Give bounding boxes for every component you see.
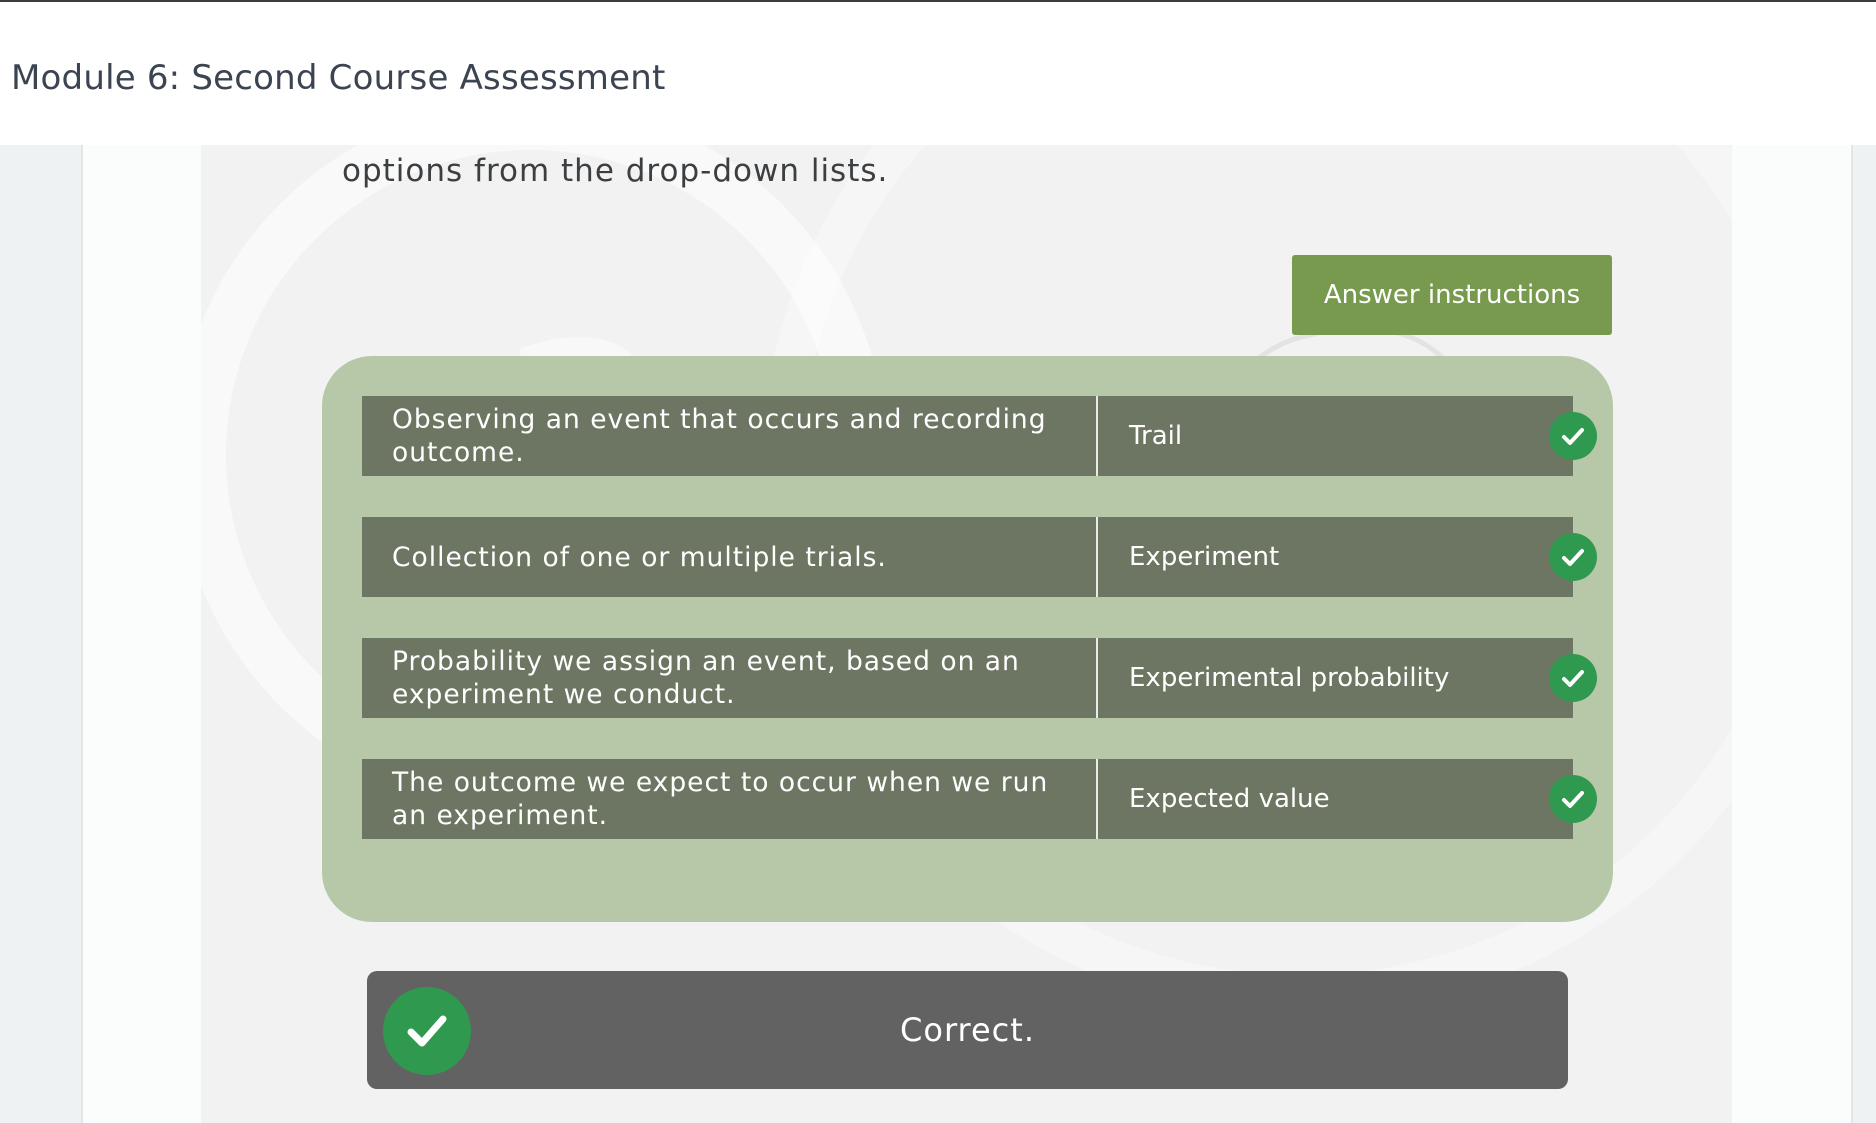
content-viewport: ? options from the drop-down lists. Answ…: [0, 145, 1876, 1123]
answer-value: Expected value: [1129, 784, 1330, 814]
feedback-message: Correct.: [900, 1011, 1035, 1049]
matching-question-panel: Observing an event that occurs and recor…: [322, 356, 1613, 922]
answer-value: Trail: [1129, 421, 1183, 451]
row-term: Probability we assign an event, based on…: [362, 638, 1098, 718]
row-term: The outcome we expect to occur when we r…: [362, 759, 1098, 839]
feedback-banner: Correct.: [367, 971, 1568, 1089]
answer-instructions-button[interactable]: Answer instructions: [1292, 255, 1612, 335]
answer-dropdown[interactable]: Experimental probability: [1098, 638, 1597, 718]
course-header: Module 6: Second Course Assessment: [0, 2, 1876, 145]
answer-value: Experiment: [1129, 542, 1280, 572]
match-row: Probability we assign an event, based on…: [362, 638, 1597, 718]
match-row: Observing an event that occurs and recor…: [362, 396, 1597, 476]
instructions-text: options from the drop-down lists.: [342, 153, 889, 189]
match-row: Collection of one or multiple trials. Ex…: [362, 517, 1597, 597]
check-circle-icon: [1549, 654, 1597, 702]
answer-value: Experimental probability: [1129, 663, 1450, 693]
answer-dropdown[interactable]: Experiment: [1098, 517, 1597, 597]
row-term: Collection of one or multiple trials.: [362, 517, 1098, 597]
answer-dropdown[interactable]: Expected value: [1098, 759, 1597, 839]
page-title: Module 6: Second Course Assessment: [11, 58, 666, 98]
row-term: Observing an event that occurs and recor…: [362, 396, 1098, 476]
match-row: The outcome we expect to occur when we r…: [362, 759, 1597, 839]
check-circle-icon: [1549, 775, 1597, 823]
check-circle-icon: [1549, 412, 1597, 460]
check-circle-icon: [1549, 533, 1597, 581]
assessment-slide: ? options from the drop-down lists. Answ…: [201, 145, 1732, 1123]
answer-dropdown[interactable]: Trail: [1098, 396, 1597, 476]
